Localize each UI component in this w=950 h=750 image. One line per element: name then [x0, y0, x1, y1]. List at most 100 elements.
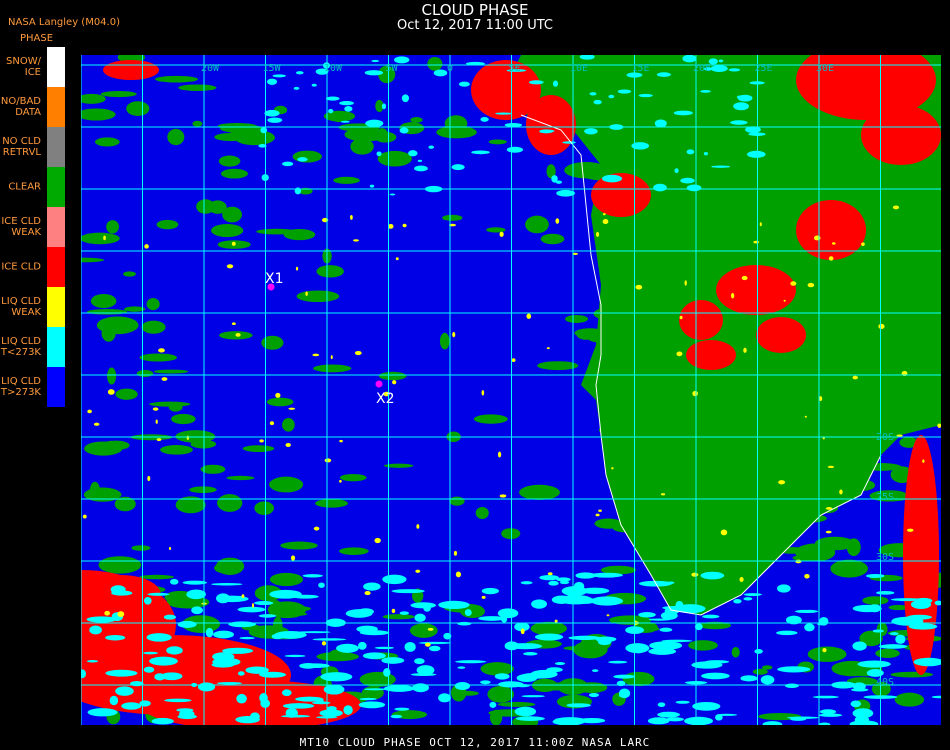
clear-patch [315, 499, 348, 508]
longitude-label: 10W [324, 63, 343, 74]
cold-liquid-patch [910, 599, 932, 609]
clear-patch [136, 369, 154, 378]
cold-liquid-patch [389, 193, 396, 196]
weak-liquid-speck [602, 219, 609, 225]
latitude-label: 20S [876, 432, 894, 443]
cold-liquid-patch [295, 71, 304, 75]
cold-liquid-patch [794, 609, 819, 614]
cold-liquid-patch [236, 693, 247, 704]
clear-patch [90, 293, 117, 309]
cold-liquid-patch [166, 646, 183, 655]
cold-liquid-patch [618, 693, 627, 698]
cold-liquid-patch [715, 714, 723, 721]
cold-liquid-patch [237, 671, 245, 676]
cold-liquid-patch [784, 683, 799, 689]
clear-patch [475, 507, 489, 520]
cold-liquid-patch [730, 120, 748, 125]
cold-liquid-patch [297, 157, 308, 162]
cold-liquid-patch [656, 72, 671, 77]
weak-liquid-speck [878, 323, 885, 329]
clear-patch [139, 574, 175, 580]
latitude-label: 30S [876, 552, 894, 563]
clear-patch [890, 671, 934, 678]
weak-liquid-speck [402, 223, 407, 228]
cold-liquid-patch [216, 682, 243, 685]
longitude-label: 5E [509, 63, 521, 74]
cold-liquid-patch [464, 609, 472, 617]
cold-liquid-patch [105, 634, 126, 641]
weak-liquid-speck [427, 627, 434, 631]
clear-patch [731, 646, 740, 658]
legend-swatch [47, 207, 65, 247]
cold-liquid-patch [552, 80, 559, 87]
legend-item-ice-cld-weak: ICE CLD WEAK [0, 207, 66, 247]
legend-label: CLEAR [8, 181, 41, 193]
cold-liquid-patch [359, 630, 390, 636]
weak-liquid-speck [82, 514, 87, 519]
cold-liquid-patch [539, 129, 554, 134]
cold-liquid-patch [291, 594, 319, 599]
longitude-label: 0 [447, 63, 453, 74]
clear-patch [375, 128, 388, 141]
cold-liquid-patch [776, 630, 798, 636]
cold-liquid-patch [602, 174, 622, 183]
weak-liquid-speck [753, 240, 760, 244]
cold-liquid-patch [686, 149, 695, 155]
cold-liquid-patch [381, 103, 387, 110]
clear-patch [228, 128, 258, 134]
legend-swatch [47, 127, 65, 167]
cold-liquid-patch [648, 618, 671, 621]
cold-liquid-patch [760, 675, 775, 685]
clear-patch [107, 367, 117, 385]
weak-liquid-speck [790, 281, 797, 286]
cold-liquid-patch [371, 59, 380, 63]
cold-liquid-patch [489, 701, 497, 708]
cold-liquid-patch [267, 117, 283, 123]
weak-liquid-speck [481, 389, 485, 396]
cold-liquid-patch [259, 693, 268, 703]
cold-liquid-patch [394, 707, 410, 711]
cold-liquid-patch [733, 599, 742, 604]
cold-liquid-patch [160, 672, 183, 681]
weak-liquid-speck [896, 434, 903, 437]
weak-liquid-speck [481, 595, 486, 599]
cold-liquid-patch [89, 625, 102, 635]
clear-patch [296, 290, 340, 303]
weak-liquid-speck [291, 555, 296, 561]
clear-patch [487, 685, 515, 703]
clear-patch [350, 138, 374, 155]
clear-patch [131, 545, 151, 551]
cold-liquid-patch [416, 665, 435, 676]
cold-liquid-patch [659, 627, 673, 632]
legend-swatch [47, 47, 65, 87]
cold-liquid-patch [357, 641, 367, 650]
cold-liquid-patch [86, 659, 99, 663]
cold-liquid-patch [638, 93, 653, 98]
cold-liquid-patch [673, 110, 693, 116]
weak-liquid-speck [168, 546, 172, 550]
cold-liquid-patch [508, 643, 543, 650]
cold-liquid-patch [649, 641, 683, 650]
weak-liquid-speck [804, 573, 810, 579]
weak-liquid-speck [144, 244, 149, 249]
cold-liquid-patch [363, 582, 381, 591]
cold-liquid-patch [267, 78, 278, 85]
cold-liquid-patch [318, 582, 325, 588]
weak-liquid-speck [305, 291, 308, 296]
legend-swatch [47, 167, 65, 207]
legend-label: LIQ CLD WEAK [1, 296, 41, 318]
legend-item-liq-cld-weak: LIQ CLD WEAK [0, 287, 66, 327]
cold-liquid-patch [191, 606, 203, 615]
longitude-label: 30E [816, 63, 834, 74]
cold-liquid-patch [213, 630, 235, 639]
cold-liquid-patch [326, 676, 352, 680]
clear-patch [254, 501, 274, 515]
cold-liquid-patch [222, 647, 254, 654]
legend-label: ICE CLD [1, 261, 41, 273]
cold-liquid-patch [718, 59, 724, 63]
cold-liquid-patch [258, 614, 277, 618]
cold-liquid-patch [110, 585, 126, 594]
clear-patch [688, 640, 718, 651]
cold-liquid-patch [754, 649, 763, 654]
cold-liquid-patch [328, 108, 334, 114]
